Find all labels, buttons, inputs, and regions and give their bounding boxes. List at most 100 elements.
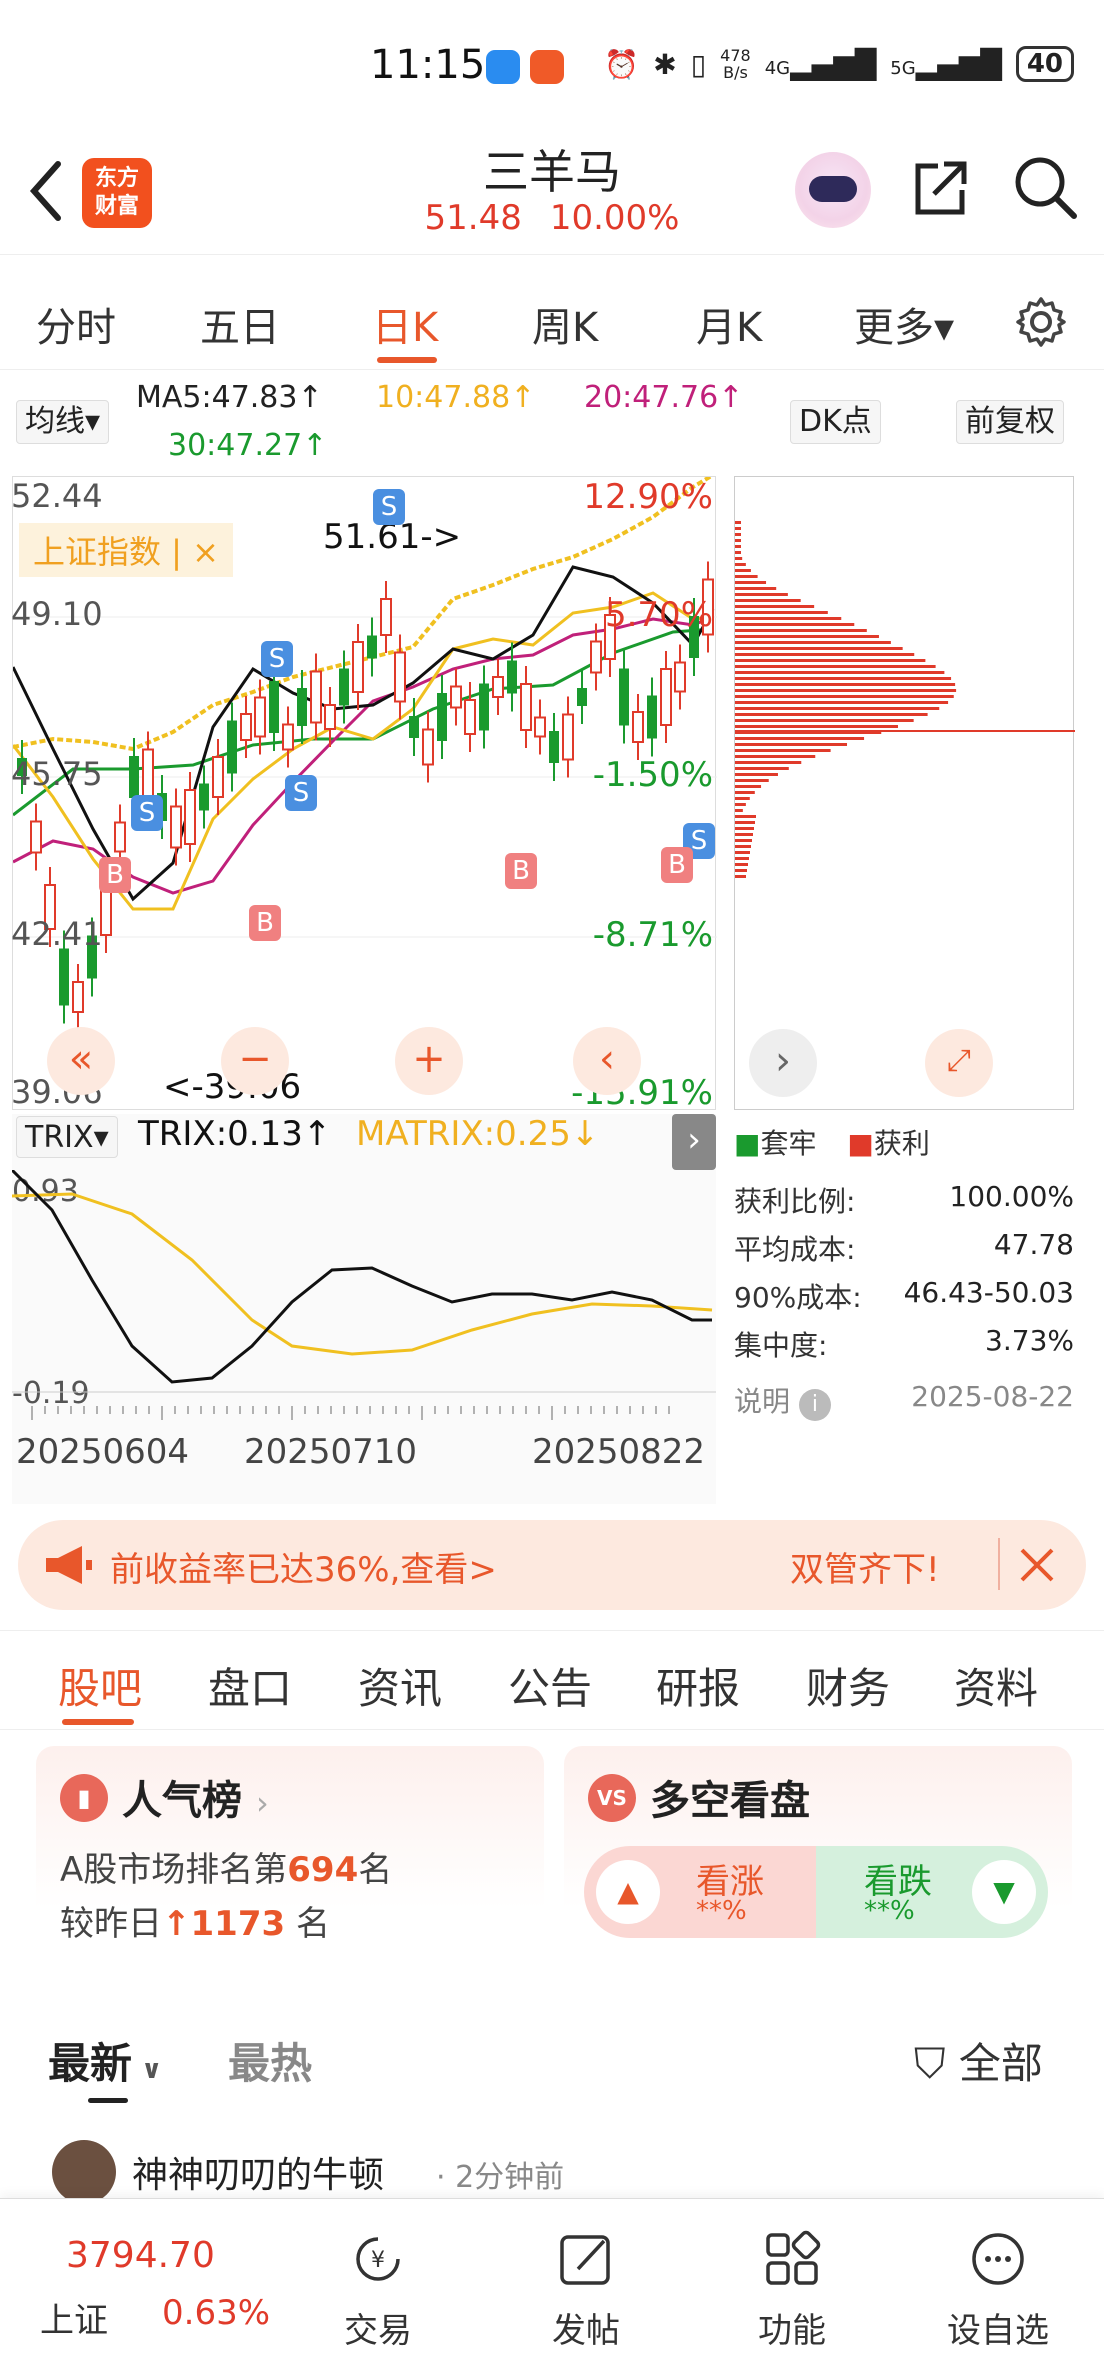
chip-bar — [735, 701, 949, 704]
chip-bar — [735, 563, 746, 566]
chip-bar — [735, 833, 753, 836]
tab-more[interactable]: 更多▾ — [854, 295, 954, 353]
tab-announcements[interactable]: 公告 — [508, 1655, 592, 1716]
sell-signal[interactable]: S — [285, 775, 317, 811]
chip-legend: ■套牢 ■获利 — [734, 1127, 930, 1160]
chip-bar — [735, 575, 758, 578]
candle-body — [674, 661, 686, 693]
info-icon: i — [798, 1389, 831, 1421]
candle-body — [619, 668, 629, 726]
post-preview[interactable]: 神神叨叨的牛顿 · 2分钟前 — [0, 2140, 1104, 2200]
sell-signal[interactable]: S — [373, 489, 405, 525]
candle-body — [184, 789, 196, 845]
chip-bar — [735, 815, 756, 818]
chip-bars — [735, 521, 1075, 878]
tab-market-depth[interactable]: 盘口 — [208, 1655, 292, 1716]
candle-body — [507, 660, 517, 694]
tab-financials[interactable]: 财务 — [806, 1655, 890, 1716]
pct-label-2: 5.70% — [604, 595, 713, 635]
expand-chip-icon[interactable]: › — [749, 1029, 817, 1097]
buy-signal[interactable]: B — [249, 905, 281, 941]
banner-right-text: 双管齐下! — [790, 1550, 940, 1590]
ai-assistant-icon[interactable] — [795, 152, 871, 228]
chip-bar — [735, 791, 755, 794]
chip-bar — [735, 659, 926, 662]
candle-body — [632, 711, 644, 743]
zoom-out-icon[interactable]: − — [221, 1027, 289, 1095]
filter-all[interactable]: ⛉ 全部 — [914, 2030, 1043, 2091]
buy-signal[interactable]: B — [99, 857, 131, 893]
avatar — [52, 2140, 116, 2200]
dk-point-select[interactable]: DK点 — [790, 400, 881, 444]
popularity-card[interactable]: ▮ 人气榜 › A股市场排名第694名 较昨日↑1173 名 — [36, 1746, 544, 1978]
buy-signal[interactable]: B — [505, 853, 537, 889]
ranking-icon: ▮ — [60, 1774, 108, 1822]
candle-body — [297, 688, 307, 726]
y-label-top: 52.44 — [11, 477, 103, 515]
pct-label-4: -8.71% — [592, 915, 713, 955]
zoom-in-icon[interactable]: + — [395, 1027, 463, 1095]
chip-bar — [735, 611, 828, 614]
ma-indicator-select[interactable]: 均线▾ — [16, 400, 110, 444]
fullscreen-icon[interactable]: ⤢ — [925, 1029, 993, 1097]
chip-bar — [735, 653, 915, 656]
tab-monthly-k[interactable]: 月K — [696, 295, 762, 353]
chip-bar — [735, 809, 743, 812]
sell-signal[interactable]: S — [131, 795, 163, 831]
chip-note[interactable]: 说明 i — [734, 1380, 831, 1421]
chip-bar — [735, 599, 801, 602]
chip-bar — [735, 521, 741, 524]
sell-signal[interactable]: S — [261, 641, 293, 677]
vote-down-button[interactable]: 看跌 **% ▼ — [816, 1846, 1048, 1938]
chip-bar — [735, 737, 865, 740]
trix-value: TRIX:0.13↑ — [138, 1114, 332, 1154]
candle-body — [269, 681, 279, 733]
y-label-4: 42.41 — [11, 915, 103, 953]
gear-icon[interactable] — [1014, 295, 1068, 349]
trade-icon: ¥ — [356, 2237, 400, 2281]
candle-body — [367, 635, 377, 659]
tab-daily-k[interactable]: 日K — [372, 295, 438, 353]
trix-indicator-select[interactable]: TRIX▾ — [16, 1116, 118, 1158]
tab-profile[interactable]: 资料 — [954, 1655, 1038, 1716]
post-time: · 2分钟前 — [436, 2160, 565, 2195]
candle-body — [520, 683, 532, 731]
chip-bar — [735, 725, 898, 728]
trix-panel: TRIX▾ TRIX:0.13↑ MATRIX:0.25↓ › 0.93 -0.… — [12, 1114, 716, 1504]
chip-bar — [735, 539, 741, 542]
adjustment-select[interactable]: 前复权 — [956, 400, 1064, 444]
stock-price: 51.48 — [424, 198, 522, 238]
candle-body — [409, 716, 419, 738]
tab-weekly-k[interactable]: 周K — [532, 295, 598, 353]
filter-latest[interactable]: 最新 ∨ — [48, 2030, 162, 2091]
index-ticker[interactable]: 3794.70 上证 0.63% — [0, 2199, 270, 2376]
prev-icon[interactable]: ‹ — [573, 1027, 641, 1095]
date-mid: 20250710 — [244, 1432, 418, 1472]
index-overlay-chip[interactable]: 上证指数 | × — [19, 523, 233, 577]
buy-signal[interactable]: B — [661, 847, 693, 883]
share-icon[interactable] — [908, 156, 972, 220]
status-indicators: ⏰ ✱ ▯ 478 B/s 4G▂▄▆█ 5G▂▄▆█ 40 — [604, 46, 1074, 82]
tab-intraday[interactable]: 分时 — [36, 295, 116, 353]
tab-five-day[interactable]: 五日 — [200, 295, 280, 353]
chip-bar — [735, 749, 831, 752]
promo-banner[interactable]: 前收益率已达36%,查看> 双管齐下! — [18, 1520, 1086, 1610]
tab-forum[interactable]: 股吧 — [58, 1655, 142, 1716]
vote-up-button[interactable]: ▲ 看涨 **% — [584, 1846, 816, 1938]
candle-body — [647, 695, 657, 739]
trix-expand-icon[interactable]: › — [672, 1114, 716, 1170]
kline-chart[interactable]: 52.44 49.10 45.75 42.41 39.06 12.90% 5.7… — [11, 476, 717, 1113]
status-bar: 11:15 ⏰ ✱ ▯ 478 B/s 4G▂▄▆█ 5G▂▄▆█ 40 — [0, 0, 1104, 130]
filter-hot[interactable]: 最热 — [228, 2030, 312, 2091]
pct-label-3: -1.50% — [592, 755, 713, 795]
chip-bar — [735, 581, 767, 584]
tab-research[interactable]: 研报 — [656, 1655, 740, 1716]
megaphone-icon — [46, 1546, 92, 1584]
close-icon[interactable] — [1014, 1542, 1060, 1588]
ma20-value: 20:47.76↑ — [584, 380, 744, 415]
scroll-left-icon[interactable]: « — [47, 1027, 115, 1095]
bluetooth-icon: ✱ — [653, 47, 677, 81]
search-icon[interactable] — [1012, 154, 1078, 220]
tab-news[interactable]: 资讯 — [358, 1655, 442, 1716]
candle-body — [549, 731, 559, 763]
